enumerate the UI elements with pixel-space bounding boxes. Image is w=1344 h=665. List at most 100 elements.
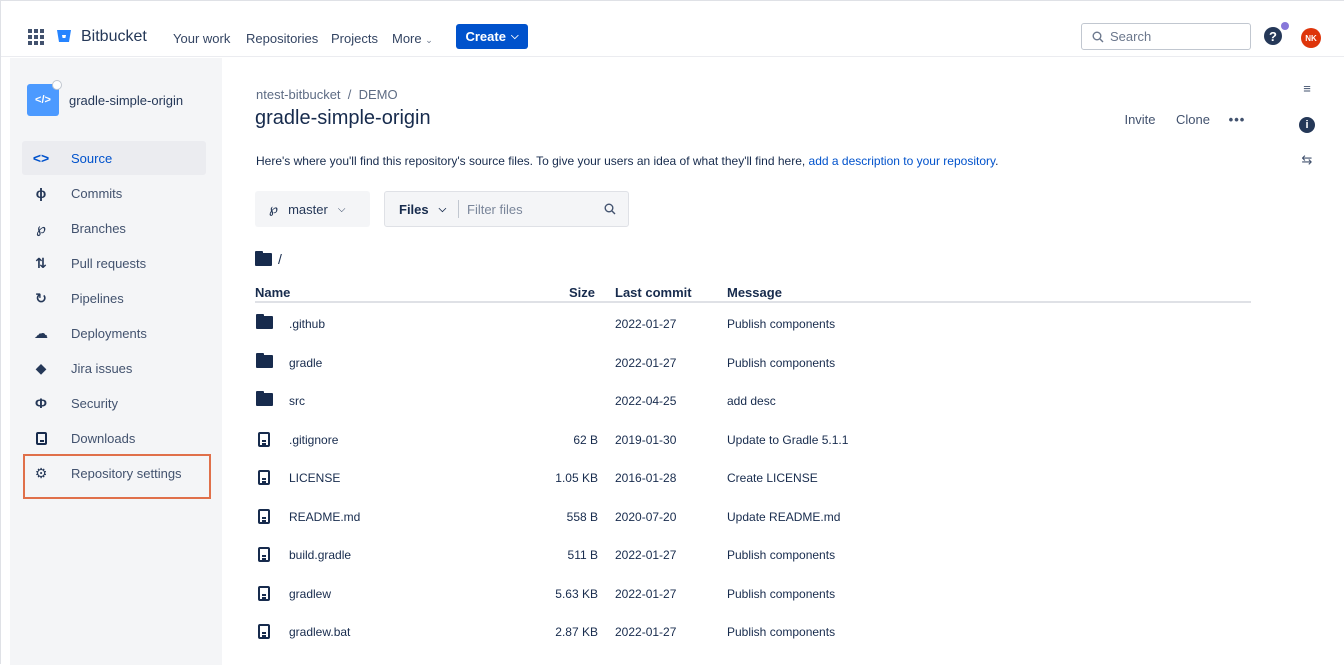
file-filter: Files ⌵ Filter files: [384, 191, 629, 227]
nav-your-work[interactable]: Your work: [173, 31, 230, 46]
file-name[interactable]: gradlew.bat: [289, 625, 350, 639]
bitbucket-logo-icon[interactable]: [56, 28, 72, 44]
files-dropdown[interactable]: Files ⌵: [385, 202, 458, 217]
table-row[interactable]: .gitignore 62 B 2019-01-30 Update to Gradle…: [255, 421, 1251, 459]
sidebar-item-label: Security: [71, 395, 118, 411]
file-size: 1.05 KB: [555, 471, 598, 485]
table-row[interactable]: .github 2022-01-27 Publish components: [255, 305, 1251, 343]
more-options-button[interactable]: •••: [1222, 107, 1252, 131]
clone-button[interactable]: Clone: [1170, 107, 1216, 131]
last-commit-date: 2022-01-27: [615, 317, 677, 331]
app-switcher-icon[interactable]: [28, 29, 44, 45]
chevron-down-icon: ⌵: [337, 203, 346, 215]
sidebar-item-branches[interactable]: ℘ Branches: [22, 211, 206, 245]
table-row[interactable]: gradlew.bat 2.87 KB 2022-01-27 Publish comp…: [255, 613, 1251, 651]
brand-name[interactable]: Bitbucket: [81, 28, 147, 46]
table-header: Name Size Last commit Message: [255, 283, 1251, 303]
file-name[interactable]: gradlew: [289, 587, 331, 601]
file-size: 2.87 KB: [555, 625, 598, 639]
sidebar-item-label: Source: [71, 150, 113, 166]
column-header-size: Size: [569, 285, 596, 300]
file-size: 511 B: [567, 548, 598, 562]
sidebar-item-downloads[interactable]: Downloads: [22, 421, 206, 455]
sidebar-item-pull-requests[interactable]: ⇅ Pull requests: [22, 246, 206, 280]
shield-icon: Ф: [35, 395, 47, 411]
nav-repositories[interactable]: Repositories: [246, 31, 318, 46]
sidebar-repo-name[interactable]: gradle-simple-origin: [69, 93, 183, 108]
info-icon[interactable]: i: [1299, 117, 1315, 133]
search-input[interactable]: Search: [1081, 23, 1251, 50]
sidebar-item-label: Deployments: [71, 325, 147, 341]
file-size: 62 B: [573, 432, 598, 447]
search-icon: [1092, 31, 1104, 42]
file-name[interactable]: README.md: [289, 510, 360, 524]
commit-message: Publish components: [727, 317, 836, 331]
table-row[interactable]: gradle 2022-01-27 Publish components: [255, 344, 1251, 382]
sidebar-item-label: Pull requests: [71, 255, 147, 271]
last-commit-date: 2022-01-27: [615, 355, 677, 370]
file-name[interactable]: LICENSE: [289, 471, 340, 485]
chevron-down-icon: ⌵: [438, 203, 447, 215]
last-commit-date: 2020-07-20: [615, 509, 677, 524]
branch-icon: ℘: [36, 219, 46, 236]
sidebar-item-pipelines[interactable]: ↻ Pipelines: [22, 281, 206, 315]
compare-icon[interactable]: ⇆: [1299, 152, 1315, 168]
column-header-message: Message: [727, 285, 782, 300]
commit-message: Update README.md: [727, 509, 841, 524]
invite-button[interactable]: Invite: [1114, 107, 1166, 131]
commit-message: Publish components: [727, 586, 836, 601]
help-icon[interactable]: ?: [1264, 27, 1282, 45]
chevron-down-icon: ⌄: [425, 35, 433, 45]
file-icon: [255, 547, 273, 562]
create-button-label: Create: [465, 29, 506, 44]
user-avatar[interactable]: NK: [1301, 28, 1321, 48]
last-commit-date: 2022-01-27: [615, 625, 677, 639]
add-description-link[interactable]: add a description to your repository: [809, 154, 996, 168]
sidebar-item-label: Branches: [71, 220, 126, 236]
sidebar-item-source[interactable]: <> Source: [22, 141, 206, 175]
nav-projects[interactable]: Projects: [331, 31, 378, 46]
filter-files-input[interactable]: Filter files: [459, 202, 604, 217]
file-icon: [255, 624, 273, 639]
pull-request-icon: ⇅: [35, 254, 47, 271]
branch-name: master: [288, 201, 328, 217]
last-commit-date: 2022-04-25: [615, 394, 677, 408]
right-sidebar: ≡ i ⇆: [1286, 58, 1344, 665]
commit-message: Publish components: [727, 355, 836, 370]
pipelines-icon: ↻: [35, 289, 47, 306]
jira-icon: ◆: [35, 359, 47, 376]
file-name[interactable]: .github: [289, 317, 325, 331]
sidebar-item-security[interactable]: Ф Security: [22, 386, 206, 420]
table-row[interactable]: README.md 558 B 2020-07-20 Update README.md: [255, 498, 1251, 536]
table-row[interactable]: build.gradle 511 B 2022-01-27 Publish compo…: [255, 536, 1251, 574]
sidebar-item-commits[interactable]: ϕ Commits: [22, 176, 206, 210]
file-size: 5.63 KB: [555, 586, 598, 601]
notification-dot: [1281, 22, 1289, 30]
file-name[interactable]: .gitignore: [289, 433, 338, 447]
table-row[interactable]: src 2022-04-25 add desc: [255, 382, 1251, 420]
breadcrumb[interactable]: ntest-bitbucket / DEMO: [256, 87, 398, 102]
file-icon: [32, 429, 50, 447]
sidebar-item-label: Pipelines: [71, 290, 124, 306]
file-size: 558 B: [566, 509, 598, 524]
nav-more-label: More: [392, 31, 422, 46]
create-button[interactable]: Create ⌵: [456, 24, 528, 49]
description-text: Here's where you'll find this repository…: [256, 154, 809, 168]
top-navigation: Bitbucket Your work Repositories Project…: [1, 1, 1344, 57]
table-row[interactable]: LICENSE 1.05 KB 2016-01-28 Create LICENSE: [255, 459, 1251, 497]
panel-toggle-icon[interactable]: ≡: [1299, 80, 1315, 96]
cloud-upload-icon: ☁: [34, 324, 48, 341]
commit-message: add desc: [727, 394, 776, 408]
nav-more[interactable]: More ⌄: [392, 31, 433, 46]
column-header-last-commit: Last commit: [615, 285, 692, 300]
file-name[interactable]: gradle: [289, 356, 322, 370]
file-icon: [255, 470, 273, 485]
branch-selector[interactable]: ℘ master ⌵: [255, 191, 370, 227]
table-row[interactable]: gradlew 5.63 KB 2022-01-27 Publish componen…: [255, 575, 1251, 613]
file-name[interactable]: build.gradle: [289, 548, 351, 562]
search-icon[interactable]: [604, 203, 616, 215]
sidebar-item-jira-issues[interactable]: ◆ Jira issues: [22, 351, 206, 385]
sidebar-item-deployments[interactable]: ☁ Deployments: [22, 316, 206, 350]
file-name[interactable]: src: [289, 394, 305, 408]
commit-message: Publish components: [727, 548, 836, 562]
